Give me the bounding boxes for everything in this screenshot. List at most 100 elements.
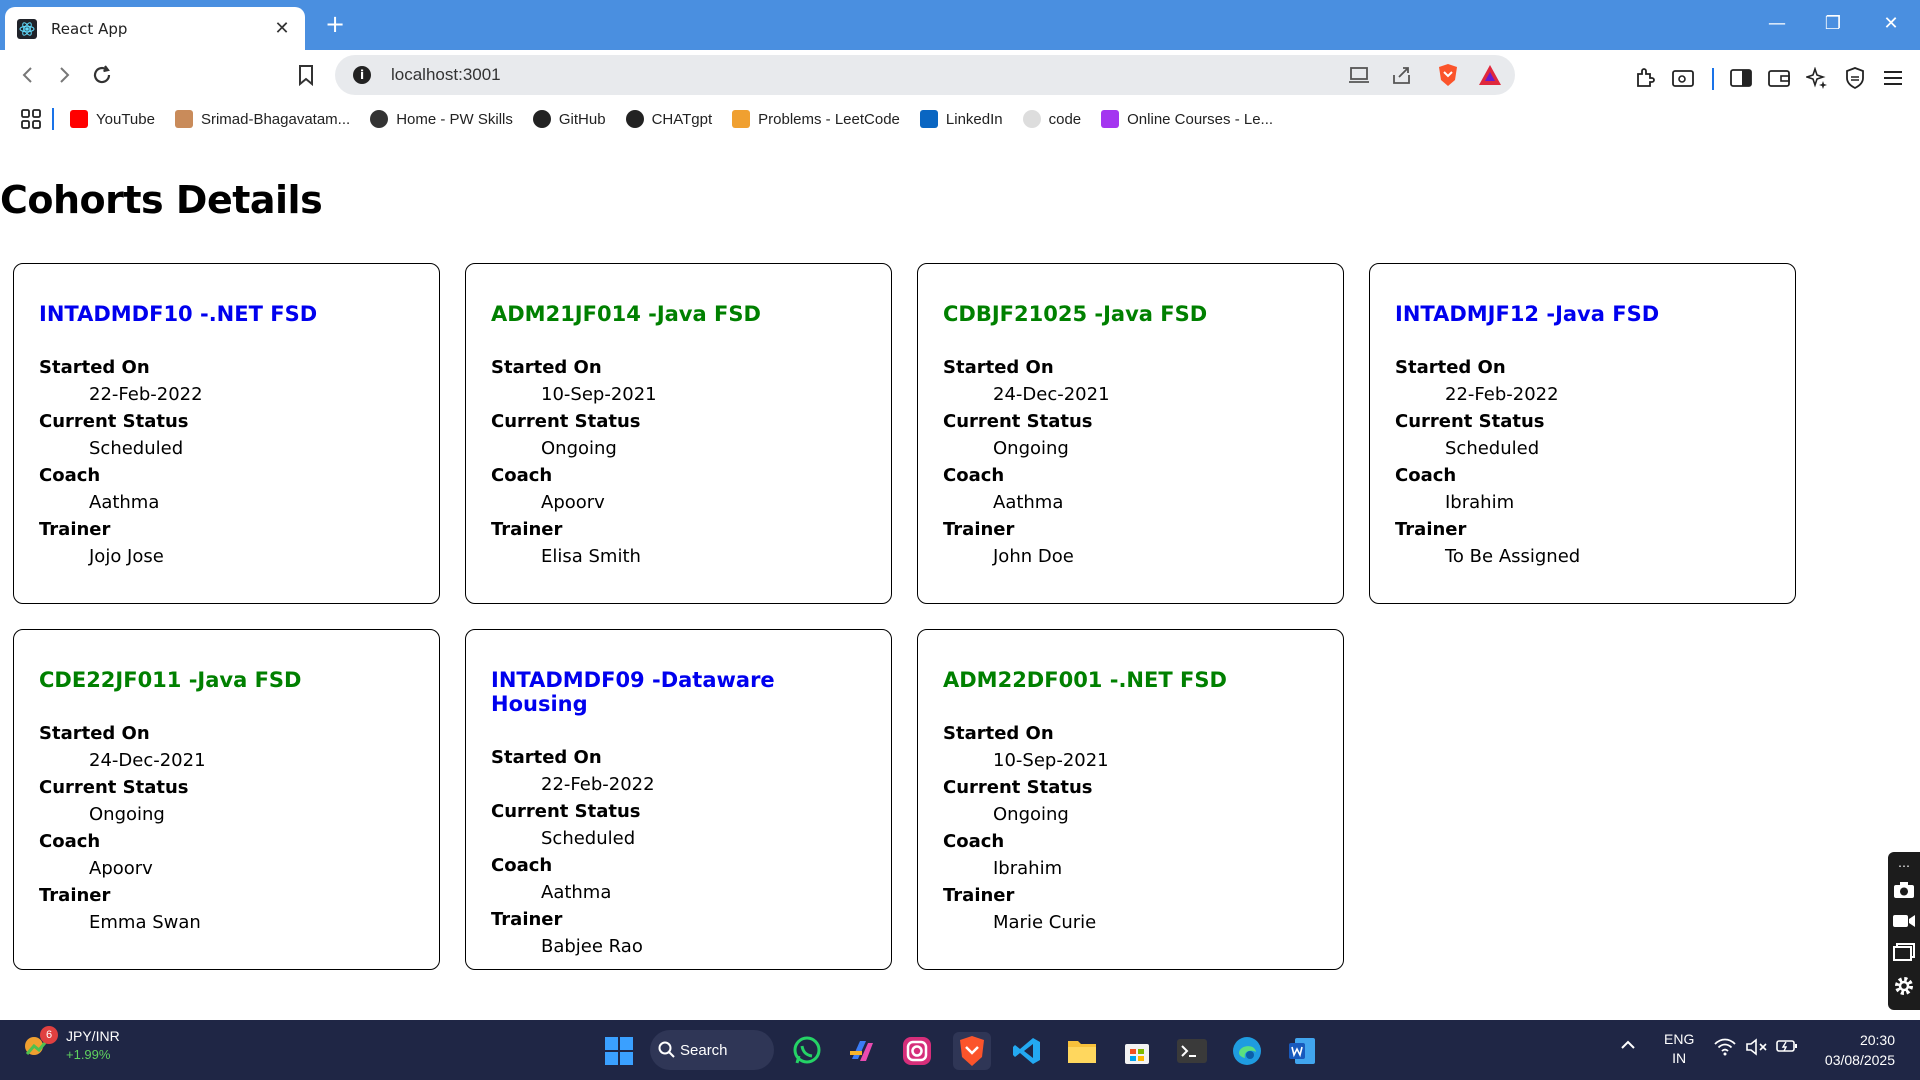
forward-icon[interactable]	[46, 57, 82, 93]
vscode-icon[interactable]	[1008, 1032, 1046, 1070]
bookmark-label: Srimad-Bhagavatam...	[200, 110, 351, 128]
started-on-value: 10-Sep-2021	[541, 384, 657, 405]
weather-stock-widget[interactable]: 6 JPY/INR +1.99%	[22, 1026, 120, 1062]
cohort-details: Started On 24-Dec-2021 Current Status Ongoi…	[39, 720, 414, 936]
current-status-label: Current Status	[491, 411, 641, 432]
cohort-name: ADM21JF014 -Java FSD	[491, 302, 761, 326]
extensions-icon[interactable]	[1630, 63, 1660, 93]
linkedin-icon	[919, 110, 938, 128]
url-text[interactable]: localhost:3001	[391, 65, 501, 85]
bookmark-item[interactable]: GitHub	[532, 110, 606, 128]
volume-muted-icon[interactable]	[1746, 1038, 1768, 1061]
bookmark-item[interactable]: YouTube	[70, 110, 155, 128]
sidebar-icon[interactable]	[1726, 63, 1756, 93]
react-icon	[17, 18, 37, 39]
instagram-icon[interactable]	[898, 1032, 936, 1070]
current-status-value: Scheduled	[1445, 438, 1540, 459]
bookmark-label: Problems - LeetCode	[758, 110, 900, 128]
cohort-name: INTADMJF12 -Java FSD	[1395, 302, 1660, 326]
cohort-name: INTADMDF10 -.NET FSD	[39, 302, 318, 326]
tab-react-app[interactable]: React App ✕	[5, 7, 305, 50]
stock-name: JPY/INR	[66, 1028, 120, 1044]
wifi-icon[interactable]	[1714, 1038, 1736, 1061]
video-record-icon[interactable]	[1892, 913, 1916, 933]
wallet-icon[interactable]	[1764, 63, 1794, 93]
tab-close-icon[interactable]: ✕	[271, 18, 293, 39]
bookmark-icon[interactable]	[288, 57, 324, 93]
coach-label: Coach	[39, 465, 101, 486]
cohort-name: CDBJF21025 -Java FSD	[943, 302, 1208, 326]
current-status-value: Scheduled	[89, 438, 184, 459]
menu-icon[interactable]	[1878, 63, 1908, 93]
tab-strip: React App ✕ + — ❐ ✕	[0, 0, 1920, 50]
bookmark-item[interactable]: Problems - LeetCode	[732, 110, 900, 128]
windows-taskbar: 6 JPY/INR +1.99% Search ENG IN 20:30 03/…	[0, 1020, 1920, 1080]
copilot-icon[interactable]	[843, 1032, 881, 1070]
bookmark-label: Online Courses - Le...	[1127, 110, 1274, 128]
started-on-label: Started On	[39, 357, 150, 378]
started-on-label: Started On	[1395, 357, 1506, 378]
back-icon[interactable]	[10, 57, 46, 93]
minimize-button[interactable]: —	[1752, 8, 1802, 40]
word-icon[interactable]	[1283, 1032, 1321, 1070]
avatar-icon	[174, 110, 193, 128]
brave-browser-icon[interactable]	[953, 1032, 991, 1070]
whatsapp-icon[interactable]	[788, 1032, 826, 1070]
current-status-label: Current Status	[943, 411, 1093, 432]
brave-shield-icon[interactable]	[1434, 61, 1462, 89]
bookmark-item[interactable]: Srimad-Bhagavatam...	[174, 110, 351, 128]
windows-start-icon[interactable]	[600, 1032, 638, 1070]
started-on-value: 22-Feb-2022	[89, 384, 203, 405]
taskbar-search[interactable]: Search	[650, 1030, 774, 1070]
notification-badge: 6	[40, 1026, 58, 1044]
new-tab-button[interactable]: +	[320, 10, 350, 38]
cohort-details: Started On 10-Sep-2021 Current Status Ongoi…	[943, 720, 1318, 936]
started-on-label: Started On	[943, 357, 1054, 378]
leo-ai-icon[interactable]	[1802, 63, 1832, 93]
trainer-value: Emma Swan	[89, 912, 201, 933]
coach-value: Aathma	[541, 882, 612, 903]
install-app-icon[interactable]	[1346, 61, 1374, 89]
close-window-button[interactable]: ✕	[1866, 8, 1916, 40]
clock-date: 03/08/2025	[1824, 1052, 1895, 1068]
microsoft-store-icon[interactable]	[1118, 1032, 1156, 1070]
trainer-label: Trainer	[491, 909, 563, 930]
reload-icon[interactable]	[84, 57, 120, 93]
edge-icon[interactable]	[1228, 1032, 1266, 1070]
bookmark-item[interactable]: code	[1022, 110, 1082, 128]
restore-button[interactable]: ❐	[1808, 8, 1858, 40]
bookmark-item[interactable]: LinkedIn	[919, 110, 1003, 128]
brave-rewards-icon[interactable]	[1476, 61, 1504, 89]
bookmark-label: code	[1048, 110, 1082, 128]
bookmarks-bar: YouTube Srimad-Bhagavatam... Home - PW Ski…	[0, 102, 1920, 136]
cohort-card: ADM22DF001 -.NET FSD Started On 10-Sep-202…	[917, 629, 1344, 970]
tray-chevron-icon[interactable]	[1620, 1038, 1636, 1057]
system-clock[interactable]: 20:30 03/08/2025	[1805, 1030, 1895, 1070]
trainer-label: Trainer	[1395, 519, 1467, 540]
bookmark-item[interactable]: Home - PW Skills	[370, 110, 513, 128]
share-icon[interactable]	[1388, 61, 1416, 89]
language-indicator[interactable]: ENG IN	[1664, 1030, 1694, 1068]
vpn-shield-icon[interactable]	[1840, 63, 1870, 93]
address-bar[interactable]: i localhost:3001	[335, 55, 1515, 95]
settings-gear-icon[interactable]	[1893, 975, 1915, 1001]
terminal-icon[interactable]	[1173, 1032, 1211, 1070]
more-icon[interactable]: ⋯	[1898, 860, 1910, 872]
reading-list-icon[interactable]	[1668, 63, 1698, 93]
camera-icon[interactable]	[1893, 881, 1915, 903]
bookmark-item[interactable]: Online Courses - Le...	[1101, 110, 1273, 128]
cohort-name: CDE22JF011 -Java FSD	[39, 668, 302, 692]
bookmark-item[interactable]: CHATgpt	[625, 110, 713, 128]
coach-label: Coach	[943, 465, 1005, 486]
gallery-icon[interactable]	[1893, 943, 1915, 965]
current-status-value: Ongoing	[993, 804, 1069, 825]
battery-icon[interactable]	[1776, 1038, 1798, 1059]
file-explorer-icon[interactable]	[1063, 1032, 1101, 1070]
bookmark-label: CHATgpt	[651, 110, 713, 128]
apps-grid-icon[interactable]	[20, 108, 42, 130]
current-status-label: Current Status	[943, 777, 1093, 798]
started-on-label: Started On	[943, 723, 1054, 744]
trainer-label: Trainer	[491, 519, 563, 540]
site-info-icon[interactable]: i	[353, 66, 371, 84]
trainer-value: Jojo Jose	[89, 546, 164, 567]
